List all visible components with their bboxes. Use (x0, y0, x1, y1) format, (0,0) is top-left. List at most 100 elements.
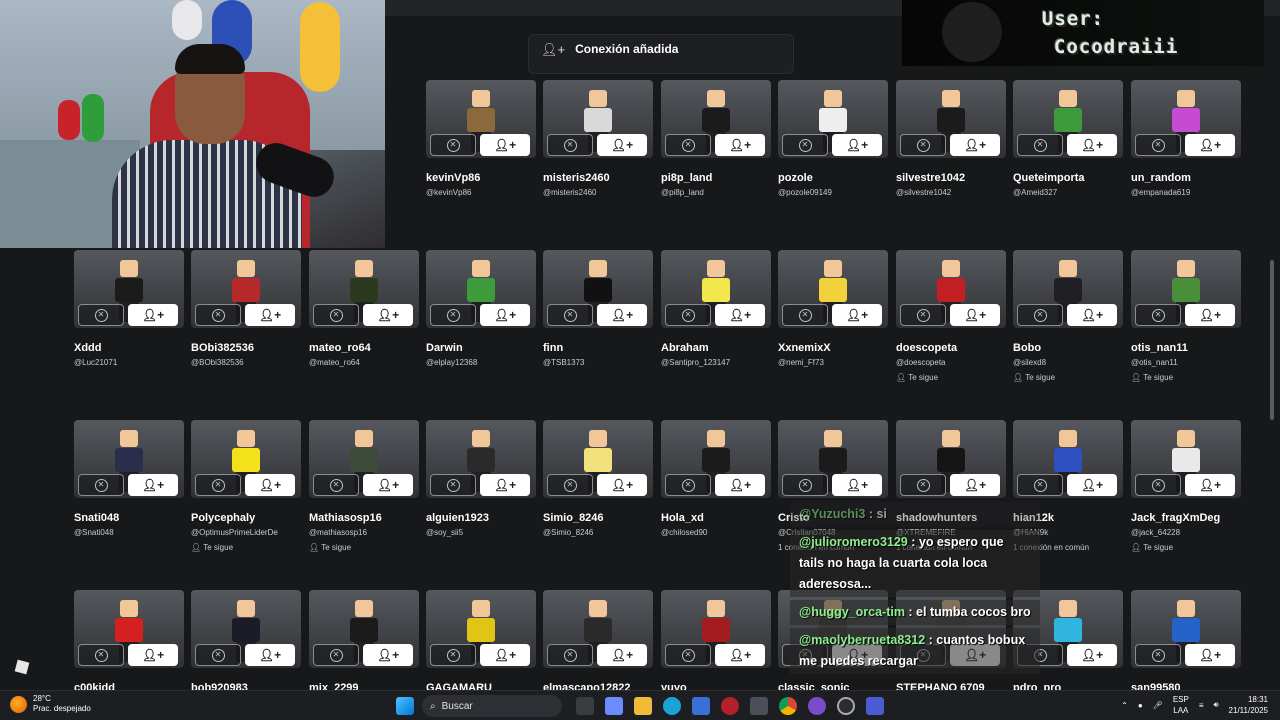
avatar-thumbnail[interactable]: ✕ 👤︎+ (896, 80, 1006, 158)
language-indicator[interactable]: ESP LAA (1173, 694, 1189, 716)
avatar-thumbnail[interactable]: ✕ 👤︎+ (1013, 80, 1123, 158)
decline-button[interactable]: ✕ (1135, 474, 1181, 496)
add-connection-button[interactable]: 👤︎+ (480, 644, 530, 666)
decline-button[interactable]: ✕ (547, 134, 593, 156)
app-icon[interactable] (721, 697, 739, 715)
add-connection-button[interactable]: 👤︎+ (597, 644, 647, 666)
decline-button[interactable]: ✕ (313, 304, 359, 326)
username[interactable]: pi8p_land (661, 172, 712, 184)
avatar-thumbnail[interactable]: ✕ 👤︎+ (661, 250, 771, 328)
decline-button[interactable]: ✕ (900, 474, 946, 496)
add-connection-button[interactable]: 👤︎+ (950, 474, 1000, 496)
avatar-thumbnail[interactable]: ✕ 👤︎+ (661, 590, 771, 668)
chevron-up-icon[interactable]: ⌃ (1121, 701, 1128, 710)
avatar-thumbnail[interactable]: ✕ 👤︎+ (543, 590, 653, 668)
decline-button[interactable]: ✕ (782, 134, 828, 156)
avatar-thumbnail[interactable]: ✕ 👤︎+ (191, 590, 301, 668)
add-connection-button[interactable]: 👤︎+ (128, 304, 178, 326)
decline-button[interactable]: ✕ (1017, 304, 1063, 326)
add-connection-button[interactable]: 👤︎+ (363, 304, 413, 326)
avatar-thumbnail[interactable]: ✕ 👤︎+ (309, 590, 419, 668)
avatar-thumbnail[interactable]: ✕ 👤︎+ (661, 420, 771, 498)
decline-button[interactable]: ✕ (665, 644, 711, 666)
add-connection-button[interactable]: 👤︎+ (1185, 134, 1235, 156)
network-icon[interactable]: ● (1138, 701, 1143, 710)
clock[interactable]: 18:31 21/11/2025 (1229, 694, 1268, 716)
weather-widget[interactable]: 28°C Prac. despejado (10, 694, 91, 714)
decline-button[interactable]: ✕ (547, 644, 593, 666)
add-connection-button[interactable]: 👤︎+ (480, 134, 530, 156)
username[interactable]: XxnemixX (778, 342, 831, 354)
obs-icon[interactable] (837, 697, 855, 715)
add-connection-button[interactable]: 👤︎+ (480, 474, 530, 496)
avatar-thumbnail[interactable]: ✕ 👤︎+ (896, 250, 1006, 328)
store-icon[interactable] (692, 697, 710, 715)
avatar-thumbnail[interactable]: ✕ 👤︎+ (426, 250, 536, 328)
avatar-thumbnail[interactable]: ✕ 👤︎+ (74, 420, 184, 498)
decline-button[interactable]: ✕ (195, 644, 241, 666)
add-connection-button[interactable]: 👤︎+ (1067, 134, 1117, 156)
add-connection-button[interactable]: 👤︎+ (1185, 644, 1235, 666)
avatar-thumbnail[interactable]: ✕ 👤︎+ (1131, 590, 1241, 668)
username[interactable]: un_random (1131, 172, 1191, 184)
avatar-thumbnail[interactable]: ✕ 👤︎+ (309, 420, 419, 498)
username[interactable]: Darwin (426, 342, 463, 354)
add-connection-button[interactable]: 👤︎+ (597, 134, 647, 156)
add-connection-button[interactable]: 👤︎+ (1185, 304, 1235, 326)
username[interactable]: Mathiasosp16 (309, 512, 382, 524)
avatar-thumbnail[interactable]: ✕ 👤︎+ (778, 80, 888, 158)
username[interactable]: silvestre1042 (896, 172, 965, 184)
username[interactable]: Polycephaly (191, 512, 255, 524)
decline-button[interactable]: ✕ (1135, 304, 1181, 326)
volume-icon[interactable]: 🔊︎ (1214, 700, 1219, 710)
decline-button[interactable]: ✕ (430, 134, 476, 156)
add-connection-button[interactable]: 👤︎+ (715, 474, 765, 496)
decline-button[interactable]: ✕ (1017, 474, 1063, 496)
username[interactable]: finn (543, 342, 563, 354)
roblox-app-icon[interactable] (866, 697, 884, 715)
username[interactable]: alguien1923 (426, 512, 489, 524)
decline-button[interactable]: ✕ (547, 304, 593, 326)
wifi-icon[interactable]: ≡ (1199, 701, 1204, 710)
decline-button[interactable]: ✕ (195, 474, 241, 496)
decline-button[interactable]: ✕ (900, 134, 946, 156)
avatar-thumbnail[interactable]: ✕ 👤︎+ (426, 80, 536, 158)
avatar-thumbnail[interactable]: ✕ 👤︎+ (543, 80, 653, 158)
username[interactable]: Simio_8246 (543, 512, 604, 524)
add-connection-button[interactable]: 👤︎+ (950, 304, 1000, 326)
username[interactable]: otis_nan11 (1131, 342, 1188, 354)
microphone-icon[interactable]: 🎤︎ (1153, 701, 1163, 710)
taskbar-search[interactable]: ⌕ Buscar (422, 695, 562, 717)
task-view-icon[interactable] (576, 697, 594, 715)
decline-button[interactable]: ✕ (1135, 134, 1181, 156)
windows-start-icon[interactable] (396, 697, 414, 715)
add-connection-button[interactable]: 👤︎+ (1067, 474, 1117, 496)
avatar-thumbnail[interactable]: ✕ 👤︎+ (778, 420, 888, 498)
add-connection-button[interactable]: 👤︎+ (715, 304, 765, 326)
add-connection-button[interactable]: 👤︎+ (597, 474, 647, 496)
username[interactable]: Snati048 (74, 512, 119, 524)
add-connection-button[interactable]: 👤︎+ (245, 644, 295, 666)
widgets-icon[interactable] (605, 697, 623, 715)
add-connection-button[interactable]: 👤︎+ (1067, 304, 1117, 326)
username[interactable]: Queteimporta (1013, 172, 1085, 184)
add-connection-button[interactable]: 👤︎+ (363, 474, 413, 496)
username[interactable]: pozole (778, 172, 813, 184)
avatar-thumbnail[interactable]: ✕ 👤︎+ (426, 590, 536, 668)
decline-button[interactable]: ✕ (665, 134, 711, 156)
add-connection-button[interactable]: 👤︎+ (245, 304, 295, 326)
avatar-thumbnail[interactable]: ✕ 👤︎+ (1013, 250, 1123, 328)
decline-button[interactable]: ✕ (78, 304, 124, 326)
security-icon[interactable] (750, 697, 768, 715)
add-connection-button[interactable]: 👤︎+ (832, 134, 882, 156)
edge-icon[interactable] (663, 697, 681, 715)
decline-button[interactable]: ✕ (782, 474, 828, 496)
add-connection-button[interactable]: 👤︎+ (128, 644, 178, 666)
scrollbar[interactable] (1270, 260, 1274, 420)
username[interactable]: doescopeta (896, 342, 957, 354)
add-connection-button[interactable]: 👤︎+ (832, 304, 882, 326)
avatar-thumbnail[interactable]: ✕ 👤︎+ (1131, 250, 1241, 328)
avatar-thumbnail[interactable]: ✕ 👤︎+ (74, 250, 184, 328)
username[interactable]: Jack_fragXmDeg (1131, 512, 1220, 524)
add-connection-button[interactable]: 👤︎+ (1185, 474, 1235, 496)
